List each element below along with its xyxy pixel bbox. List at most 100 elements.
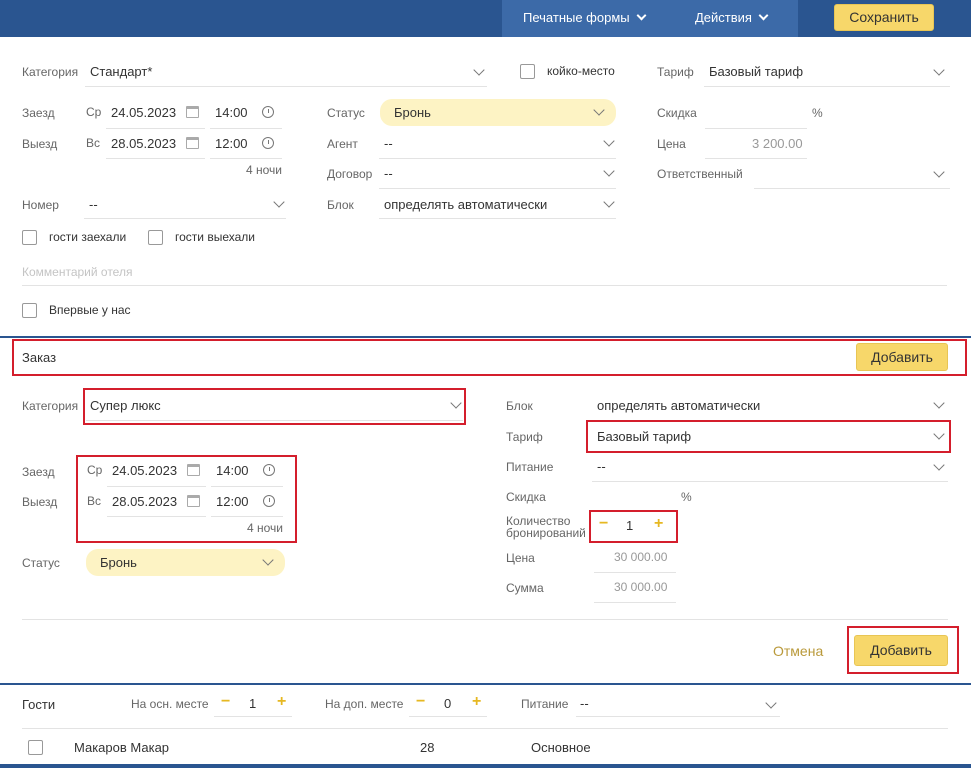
- extra-place-underline: [409, 716, 487, 717]
- calendar-icon[interactable]: [187, 495, 200, 507]
- order-category-select[interactable]: [86, 420, 463, 421]
- block-value: определять автоматически: [384, 197, 548, 212]
- order-checkout-date-input[interactable]: 28.05.2023: [112, 494, 177, 509]
- order-meal-select[interactable]: [592, 481, 948, 482]
- bed-place-checkbox[interactable]: [520, 64, 535, 79]
- block-select[interactable]: [379, 218, 616, 219]
- tariff-select[interactable]: [704, 86, 950, 87]
- calendar-icon[interactable]: [186, 106, 199, 118]
- guest-name: Макаров Макар: [74, 740, 170, 755]
- guest-select-checkbox[interactable]: [28, 740, 43, 755]
- print-forms-menu[interactable]: Печатные формы: [523, 10, 647, 25]
- price-input[interactable]: [705, 158, 807, 159]
- guests-meal-select[interactable]: [576, 716, 780, 717]
- order-category-value: Супер люкс: [90, 398, 161, 413]
- guests-checked-out-checkbox[interactable]: [148, 230, 163, 245]
- main-place-decrement-button[interactable]: −: [221, 693, 230, 711]
- chevron-down-icon: [636, 10, 647, 21]
- order-sum-label: Сумма: [506, 581, 544, 595]
- qty-value[interactable]: 1: [626, 518, 633, 533]
- chevron-down-icon: [603, 196, 615, 208]
- room-select[interactable]: [84, 218, 286, 219]
- calendar-icon[interactable]: [187, 464, 200, 476]
- order-checkin-date-underline: [107, 486, 206, 487]
- nights-count: 4 ночи: [246, 163, 282, 177]
- order-meal-value: --: [597, 459, 606, 474]
- extra-place-increment-button[interactable]: +: [472, 693, 481, 711]
- checkin-date-input[interactable]: 24.05.2023: [111, 105, 176, 120]
- responsible-select[interactable]: [754, 188, 950, 189]
- hotel-comment-input[interactable]: Комментарий отеля: [22, 265, 132, 279]
- main-place-increment-button[interactable]: +: [277, 693, 286, 711]
- chevron-down-icon: [273, 196, 285, 208]
- bed-place-label: койко-место: [547, 64, 615, 78]
- order-meal-label: Питание: [506, 460, 554, 474]
- checkout-date-input[interactable]: 28.05.2023: [111, 136, 176, 151]
- order-discount-unit: %: [681, 490, 692, 504]
- order-title: Заказ: [22, 350, 57, 365]
- chevron-down-icon: [933, 397, 945, 409]
- order-qty-label-line2: бронирований: [506, 526, 586, 540]
- first-time-checkbox[interactable]: [22, 303, 37, 318]
- order-status-label: Статус: [22, 556, 60, 570]
- add-order-button[interactable]: Добавить: [856, 343, 948, 371]
- save-button[interactable]: Сохранить: [834, 4, 934, 31]
- guests-checked-in-checkbox[interactable]: [22, 230, 37, 245]
- guests-divider: [22, 728, 948, 729]
- order-checkout-day: Вс: [87, 494, 102, 508]
- guests-title: Гости: [22, 697, 56, 712]
- checkin-day: Ср: [86, 105, 102, 119]
- chevron-down-icon: [933, 64, 945, 76]
- guests-checked-out-label: гости выехали: [175, 230, 255, 244]
- contract-select[interactable]: [379, 188, 616, 189]
- checkin-label: Заезд: [22, 106, 55, 120]
- actions-menu[interactable]: Действия: [695, 10, 769, 25]
- agent-value: --: [384, 136, 393, 151]
- cancel-link[interactable]: Отмена: [773, 643, 823, 659]
- checkout-day: Вс: [86, 136, 101, 150]
- checkout-time-input[interactable]: 12:00: [215, 136, 248, 151]
- extra-place-value[interactable]: 0: [444, 696, 451, 711]
- order-checkin-time-input[interactable]: 14:00: [216, 463, 249, 478]
- order-qty-label: Количество бронирований: [506, 515, 586, 539]
- main-place-value[interactable]: 1: [249, 696, 256, 711]
- print-forms-label: Печатные формы: [523, 10, 630, 25]
- order-checkin-date-input[interactable]: 24.05.2023: [112, 463, 177, 478]
- clock-icon[interactable]: [262, 137, 274, 149]
- order-price-label: Цена: [506, 551, 535, 565]
- order-footer-divider: [22, 619, 948, 620]
- order-block-value: определять автоматически: [597, 398, 761, 413]
- order-checkout-time-input[interactable]: 12:00: [216, 494, 249, 509]
- checkin-time-input[interactable]: 14:00: [215, 105, 248, 120]
- category-select[interactable]: [85, 86, 487, 87]
- chevron-down-icon: [603, 135, 615, 147]
- extra-place-decrement-button[interactable]: −: [416, 693, 425, 711]
- discount-input[interactable]: [705, 128, 807, 129]
- clock-icon[interactable]: [263, 464, 275, 476]
- chevron-down-icon: [473, 64, 485, 76]
- tariff-value: Базовый тариф: [709, 64, 804, 79]
- calendar-icon[interactable]: [186, 137, 199, 149]
- section-divider: [0, 336, 971, 338]
- add-order-confirm-button[interactable]: Добавить: [854, 635, 948, 666]
- order-discount-label: Скидка: [506, 490, 546, 504]
- order-tariff-value: Базовый тариф: [597, 429, 692, 444]
- clock-icon[interactable]: [262, 106, 274, 118]
- order-tariff-label: Тариф: [506, 430, 543, 444]
- room-label: Номер: [22, 198, 59, 212]
- order-price-input[interactable]: [594, 572, 676, 573]
- first-time-label: Впервые у нас: [49, 303, 131, 317]
- guest-age: 28: [420, 740, 435, 755]
- tariff-label: Тариф: [657, 65, 694, 79]
- qty-decrement-button[interactable]: −: [599, 515, 608, 533]
- guests-meal-label: Питание: [521, 697, 569, 711]
- order-sum-input[interactable]: [594, 602, 676, 603]
- guests-checked-in-label: гости заехали: [49, 230, 127, 244]
- agent-select[interactable]: [379, 158, 616, 159]
- qty-increment-button[interactable]: +: [654, 515, 663, 533]
- table-row[interactable]: Макаров Макар 28 Основное: [0, 738, 971, 758]
- contract-value: --: [384, 166, 393, 181]
- category-label: Категория: [22, 65, 79, 79]
- order-checkout-date-underline: [107, 516, 206, 517]
- clock-icon[interactable]: [263, 495, 275, 507]
